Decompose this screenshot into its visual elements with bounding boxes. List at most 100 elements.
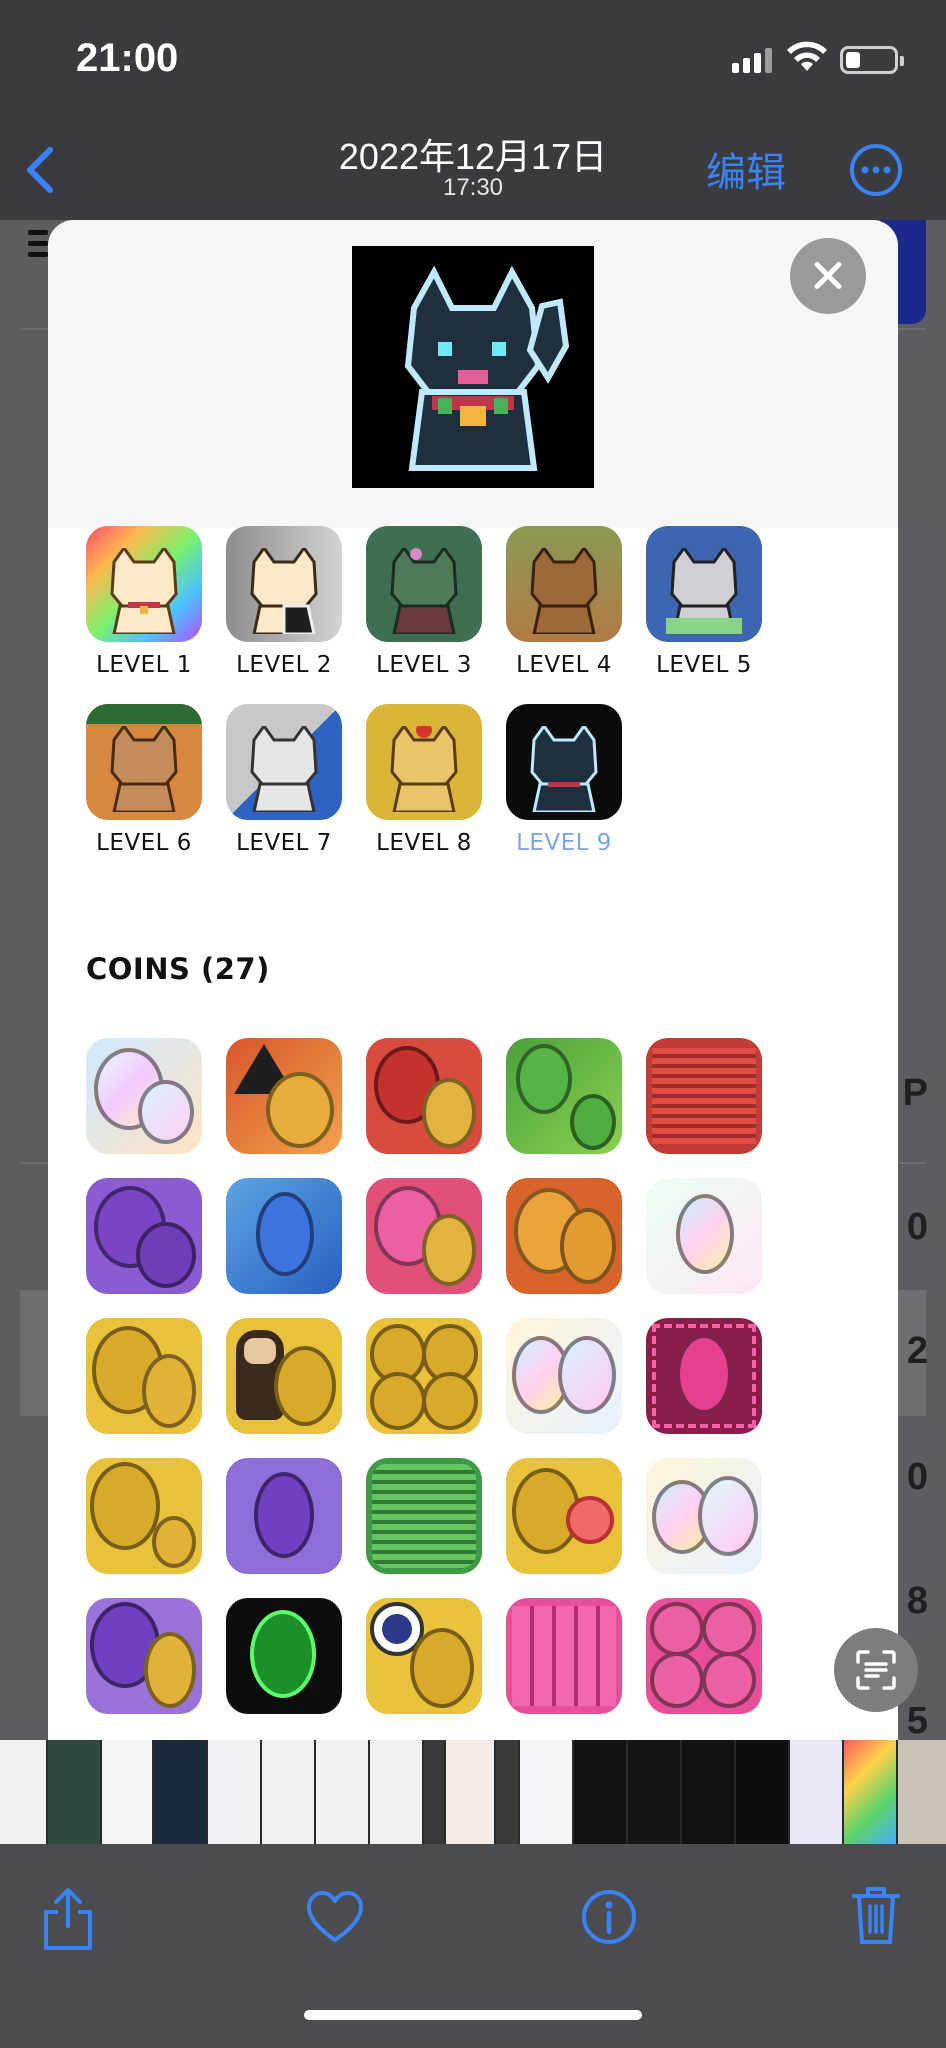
coin-item[interactable] (366, 1178, 482, 1294)
photo-thumbnail[interactable] (628, 1740, 680, 1844)
background-text: 8 (906, 1580, 928, 1622)
achievements-sheet: LEVEL 1 LEVEL 2 LEVEL 3 LEVEL 4 LEVEL 5 (48, 220, 898, 1740)
level-2-icon (226, 526, 342, 642)
coin-item[interactable] (646, 1318, 762, 1434)
photo-time: 17:30 (442, 174, 504, 201)
photo-thumbnail[interactable] (574, 1740, 626, 1844)
photo-thumbnail[interactable] (262, 1740, 314, 1844)
level-item[interactable]: LEVEL 1 (86, 526, 202, 678)
coin-item[interactable] (366, 1598, 482, 1714)
photo-thumbnail[interactable] (844, 1740, 896, 1844)
wifi-icon (787, 41, 827, 71)
level-label: LEVEL 8 (376, 830, 472, 856)
photo-thumbnail[interactable] (682, 1740, 734, 1844)
level-1-icon (86, 526, 202, 642)
level-item[interactable]: LEVEL 3 (366, 526, 482, 678)
level-item[interactable]: LEVEL 8 (366, 704, 482, 856)
coin-item[interactable] (506, 1038, 622, 1154)
sheet-header (48, 220, 898, 528)
level-7-icon (226, 704, 342, 820)
coin-item[interactable] (646, 1038, 762, 1154)
background-text: 0 (906, 1456, 928, 1498)
coin-item[interactable] (86, 1038, 202, 1154)
battery-icon (840, 46, 904, 74)
coin-item[interactable] (506, 1178, 622, 1294)
share-icon[interactable] (40, 1886, 96, 1952)
photo-thumbnail[interactable] (898, 1740, 946, 1844)
coin-item[interactable] (646, 1178, 762, 1294)
photo-date: 2022年12月17日 (338, 136, 608, 177)
level-3-icon (366, 526, 482, 642)
level-8-icon (366, 704, 482, 820)
coin-item[interactable] (226, 1598, 342, 1714)
background-text: 0 (906, 1206, 928, 1248)
coin-item[interactable] (226, 1178, 342, 1294)
more-options-icon[interactable] (848, 142, 904, 198)
coin-item[interactable] (226, 1458, 342, 1574)
level-6-icon (86, 704, 202, 820)
level-label: LEVEL 7 (236, 830, 332, 856)
coin-item[interactable] (86, 1318, 202, 1434)
photo-thumbnail[interactable] (316, 1740, 368, 1844)
coins-section-title: COINS (27) (86, 952, 270, 986)
level-item[interactable]: LEVEL 9 (506, 704, 622, 856)
level-label: LEVEL 3 (376, 652, 472, 678)
level-9-icon (506, 704, 622, 820)
coin-item[interactable] (366, 1318, 482, 1434)
thumbnail-gap (424, 1740, 444, 1844)
level-item[interactable]: LEVEL 7 (226, 704, 342, 856)
level-9-cat-image (352, 246, 594, 488)
edit-button[interactable]: 编辑 (706, 140, 786, 198)
coin-item[interactable] (86, 1458, 202, 1574)
status-bar: 21:00 (0, 0, 946, 120)
photo-thumbnail[interactable] (736, 1740, 788, 1844)
navigation-bar: 2022年12月17日 17:30 编辑 (0, 120, 946, 220)
level-label: LEVEL 2 (236, 652, 332, 678)
level-item[interactable]: LEVEL 4 (506, 526, 622, 678)
level-item[interactable]: LEVEL 5 (646, 526, 762, 678)
coin-item[interactable] (226, 1038, 342, 1154)
background-text: 2 (906, 1330, 928, 1372)
live-text-scan-button[interactable] (834, 1628, 918, 1712)
level-label: LEVEL 5 (656, 652, 752, 678)
coin-item[interactable] (646, 1458, 762, 1574)
home-indicator (304, 2010, 642, 2020)
photo-thumbnail[interactable] (48, 1740, 100, 1844)
thumbnail-gap (496, 1740, 518, 1844)
coin-item[interactable] (86, 1178, 202, 1294)
level-item[interactable]: LEVEL 2 (226, 526, 342, 678)
coin-item[interactable] (366, 1038, 482, 1154)
photo-thumbnail[interactable] (370, 1740, 422, 1844)
photo-thumbnail-strip[interactable] (0, 1740, 946, 1844)
photo-thumbnail[interactable] (520, 1740, 572, 1844)
level-label: LEVEL 9 (516, 830, 612, 856)
photo-thumbnail[interactable] (790, 1740, 842, 1844)
background-text: 5 (906, 1700, 928, 1742)
cellular-signal-icon (732, 48, 772, 73)
level-label: LEVEL 4 (516, 652, 612, 678)
coin-item[interactable] (506, 1458, 622, 1574)
scan-text-icon (856, 1650, 896, 1690)
coin-item[interactable] (506, 1598, 622, 1714)
photo-thumbnail[interactable] (208, 1740, 260, 1844)
coin-item[interactable] (86, 1598, 202, 1714)
coin-item[interactable] (226, 1318, 342, 1434)
favorite-heart-icon[interactable] (306, 1890, 364, 1944)
photo-thumbnail[interactable] (102, 1740, 152, 1844)
close-button[interactable] (790, 238, 866, 314)
info-icon[interactable] (580, 1888, 638, 1946)
trash-icon[interactable] (850, 1884, 902, 1946)
level-item[interactable]: LEVEL 6 (86, 704, 202, 856)
coin-item[interactable] (506, 1318, 622, 1434)
status-time: 21:00 (76, 36, 179, 80)
coin-item[interactable] (646, 1598, 762, 1714)
photo-thumbnail[interactable] (154, 1740, 206, 1844)
level-label: LEVEL 1 (96, 652, 192, 678)
photo-thumbnail[interactable] (0, 1740, 46, 1844)
photo-thumbnail[interactable] (446, 1740, 494, 1844)
level-4-icon (506, 526, 622, 642)
coin-item[interactable] (366, 1458, 482, 1574)
level-label: LEVEL 6 (96, 830, 192, 856)
bottom-toolbar (0, 1844, 946, 2048)
level-5-icon (646, 526, 762, 642)
